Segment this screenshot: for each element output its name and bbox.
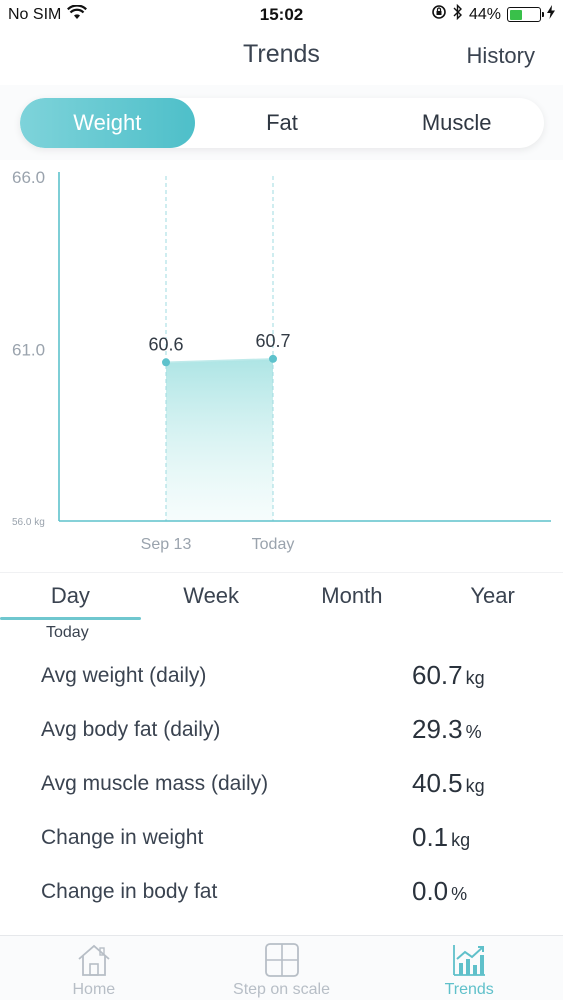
tab-day[interactable]: Day [0,573,141,620]
metric-selector: Weight Fat Muscle [0,85,563,160]
x-tick-label: Today [252,536,295,553]
battery-percent: 44% [468,5,501,23]
stat-label: Avg muscle mass (daily) [41,772,269,795]
tab-month[interactable]: Month [282,573,423,620]
stat-label: Avg weight (daily) [41,664,207,687]
stat-row-avg-weight: Avg weight (daily) 60.7 kg [0,652,563,706]
data-label: 60.7 [255,331,290,351]
tab-year[interactable]: Year [422,573,563,620]
battery-icon [507,7,544,22]
stat-unit: kg [465,668,485,688]
tab-week[interactable]: Week [141,573,282,620]
bottom-tab-bar: Home Step on scale Trends [0,935,563,1000]
charging-icon [547,5,555,24]
stat-value: 0.0% [412,876,467,907]
tabbar-trends[interactable]: Trends [375,936,563,1000]
chart-canvas: 66.0 61.0 56.0 kg 60.6 60.7 Sep 13 Today [12,168,551,553]
stat-number: 29.3 [412,714,463,744]
stat-unit: kg [451,830,471,850]
scale-icon [263,942,301,978]
stats-panel: Today Avg weight (daily) 60.7 kg Avg body… [0,620,563,935]
stat-unit: % [451,884,468,904]
stat-row-avg-muscle: Avg muscle mass (daily) 40.5 kg [0,760,563,814]
stat-row-change-body-fat: Change in body fat 0.0% [0,868,563,922]
orientation-lock-icon [431,4,447,25]
stat-row-change-weight: Change in weight 0.1 kg [0,814,563,868]
period-tabs: Day Week Month Year [0,572,563,620]
history-button[interactable]: History [467,43,535,69]
stat-number: 0.0 [412,876,449,906]
data-point [162,358,170,367]
stat-unit: kg [465,776,485,796]
tab-weight[interactable]: Weight [20,98,195,148]
y-tick-label: 66.0 [12,168,45,187]
y-tick-label: 56.0 kg [12,517,45,528]
bluetooth-icon [453,3,463,25]
tabbar-label: Home [72,981,116,998]
data-label: 60.6 [148,334,183,354]
metric-segmented-control: Weight Fat Muscle [20,98,544,148]
tabbar-home[interactable]: Home [0,936,188,1000]
stat-value: 60.7 kg [412,660,485,691]
y-tick-label: 61.0 [12,341,45,360]
tabbar-label: Trends [444,981,494,998]
data-point [269,354,277,363]
stat-unit: % [465,722,482,742]
stat-number: 0.1 [412,822,449,852]
tab-fat[interactable]: Fat [195,98,370,148]
trends-icon [450,942,488,978]
stat-label: Change in weight [41,826,204,849]
weight-trend-chart[interactable]: 66.0 61.0 56.0 kg 60.6 60.7 Sep 13 Today [0,160,563,570]
tabbar-step-on-scale[interactable]: Step on scale [188,936,376,1000]
stat-value: 0.1 kg [412,822,470,853]
battery-level [509,9,523,20]
status-bar: No SIM 15:02 44% [0,0,563,30]
period-caption: Today [46,624,89,641]
stat-value: 29.3% [412,714,482,745]
status-right: 44% [431,3,555,25]
tab-muscle[interactable]: Muscle [369,98,544,148]
stat-number: 60.7 [412,660,463,690]
stat-row-avg-body-fat: Avg body fat (daily) 29.3% [0,706,563,760]
stat-value: 40.5 kg [412,768,485,799]
stat-label: Avg body fat (daily) [41,718,221,741]
tabbar-label: Step on scale [233,981,330,998]
nav-bar: Trends History [0,30,563,85]
x-tick-label: Sep 13 [141,536,192,553]
stat-label: Change in body fat [41,880,218,903]
area-fill [166,358,273,521]
home-icon [75,942,113,978]
stat-number: 40.5 [412,768,463,798]
